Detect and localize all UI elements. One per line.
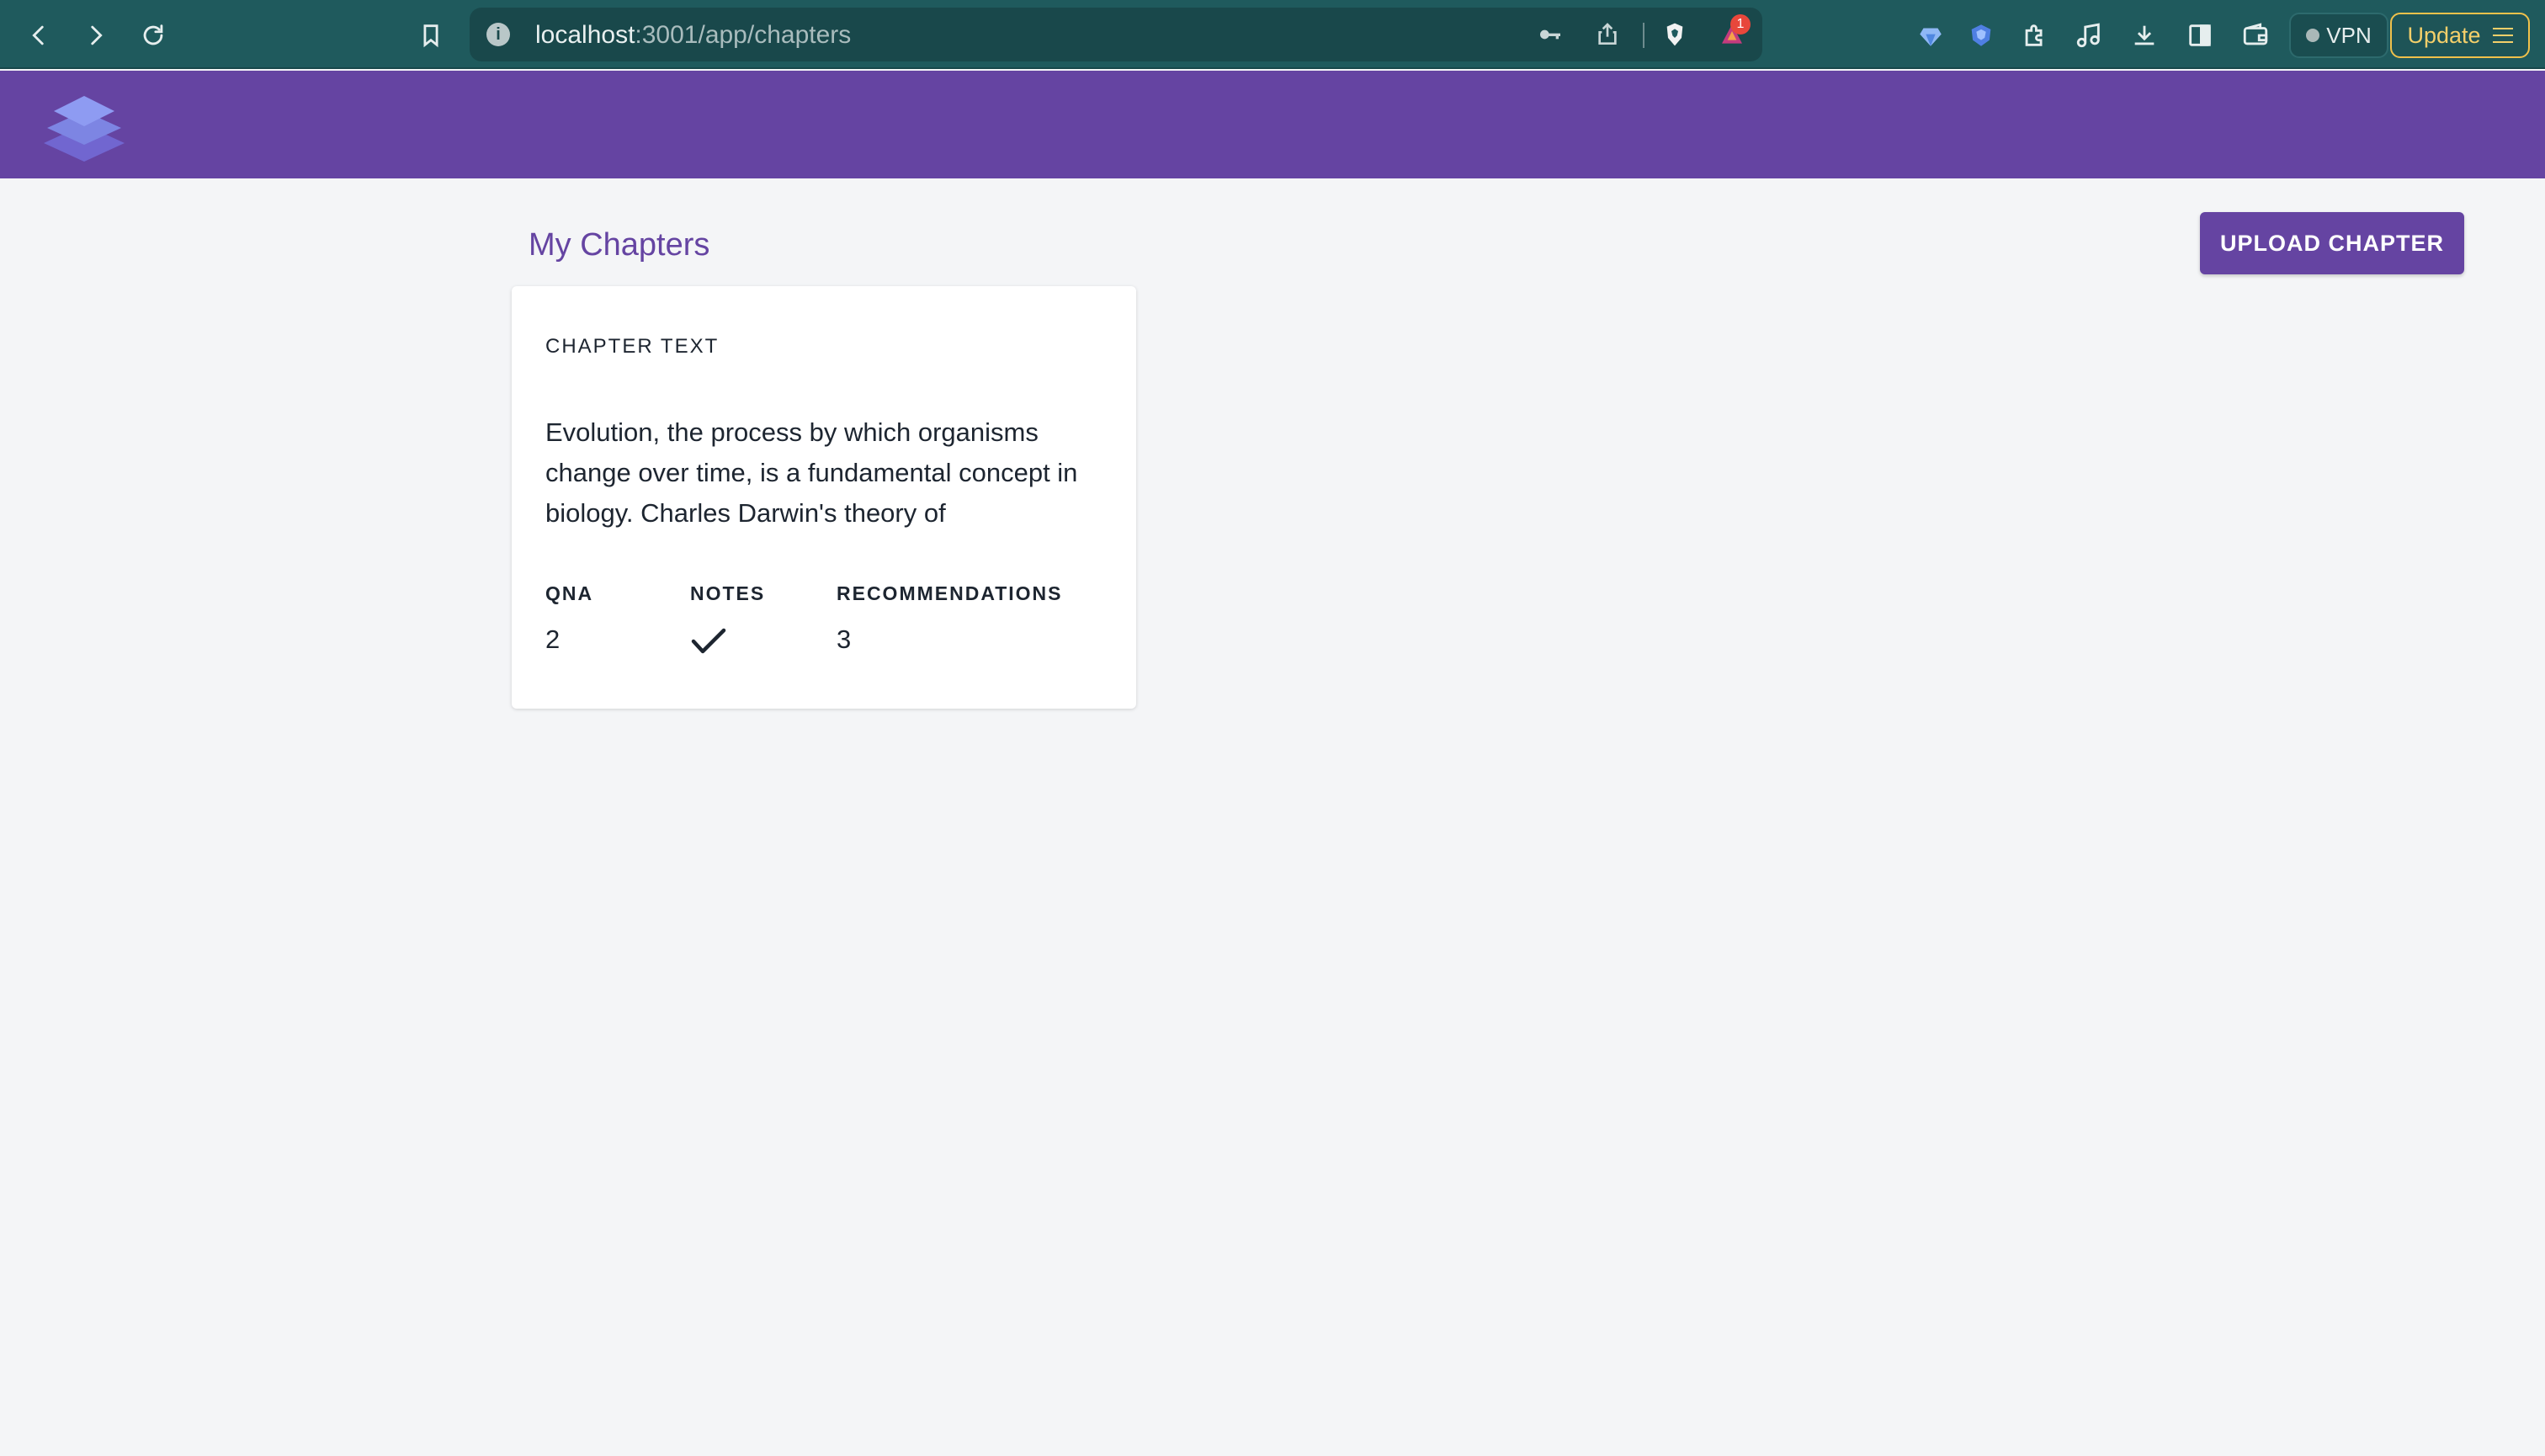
back-icon[interactable] [20, 17, 57, 54]
chapter-text-label: CHAPTER TEXT [545, 335, 720, 358]
gem-extension-icon[interactable] [1912, 17, 1949, 54]
app-header [0, 71, 2545, 178]
browser-toolbar: i localhost:3001/app/chapters 1 VPN Upda… [0, 0, 2545, 69]
address-bar[interactable]: i localhost:3001/app/chapters 1 [470, 8, 1762, 61]
update-label: Update [2407, 22, 2481, 48]
vpn-label: VPN [2326, 22, 2372, 48]
shield-extension-icon[interactable] [1963, 17, 2000, 54]
notes-label: NOTES [690, 582, 766, 604]
checkmark-icon [691, 628, 726, 654]
url-host: localhost [535, 21, 635, 49]
sidebar-icon[interactable] [2181, 17, 2218, 54]
vpn-status-icon [2306, 29, 2320, 42]
url-divider [1643, 23, 1644, 48]
extensions-icon[interactable] [2016, 17, 2054, 54]
rewards-badge: 1 [1730, 14, 1751, 35]
qna-count: 2 [545, 624, 561, 654]
upload-chapter-button[interactable]: UPLOAD CHAPTER [2200, 212, 2464, 274]
media-icon[interactable] [2070, 17, 2107, 54]
recommendations-count: 3 [837, 624, 852, 654]
qna-label: QNA [545, 582, 594, 604]
bookmark-icon[interactable] [412, 17, 449, 54]
update-button[interactable]: Update [2390, 13, 2530, 58]
vpn-button[interactable]: VPN [2289, 13, 2388, 58]
key-icon[interactable] [1535, 19, 1565, 50]
url-path: :3001/app/chapters [635, 21, 852, 49]
download-icon[interactable] [2126, 17, 2163, 54]
page-title: My Chapters [529, 227, 710, 263]
chapter-text-preview: Evolution, the process by which organism… [545, 417, 1078, 528]
forward-icon[interactable] [77, 17, 114, 54]
url-text[interactable]: localhost:3001/app/chapters [535, 21, 851, 50]
share-icon[interactable] [1592, 19, 1623, 50]
site-info-icon[interactable]: i [486, 23, 510, 46]
recommendations-label: RECOMMENDATIONS [837, 582, 1063, 604]
layers-icon[interactable] [37, 93, 131, 165]
chapter-card[interactable]: CHAPTER TEXT Evolution, the process by w… [512, 286, 1136, 709]
wallet-icon[interactable] [2237, 17, 2274, 54]
reload-icon[interactable] [135, 17, 172, 54]
brave-shield-icon[interactable] [1660, 19, 1690, 50]
menu-icon [2492, 28, 2513, 43]
